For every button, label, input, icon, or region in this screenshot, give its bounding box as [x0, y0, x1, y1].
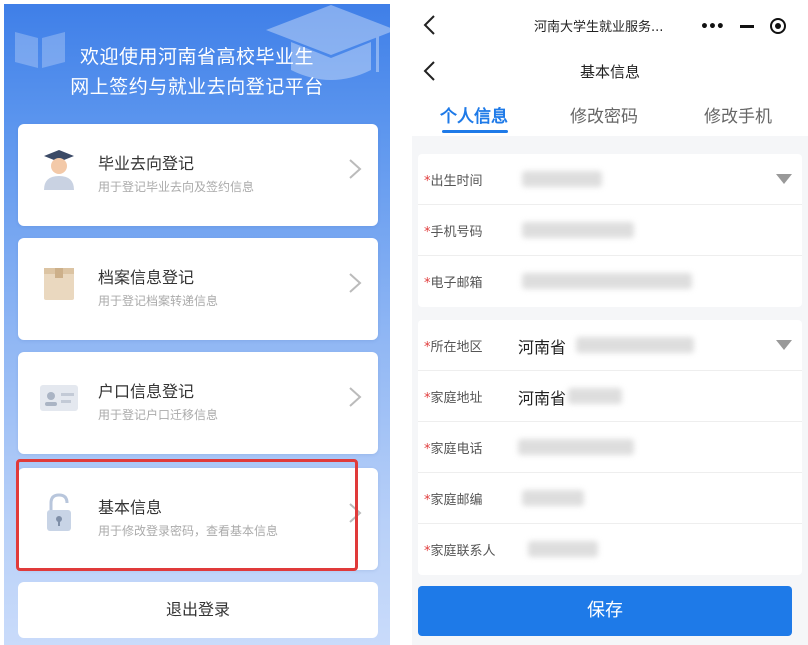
app-title: 河南大学生就业服务...	[534, 20, 664, 35]
card-title: 户口信息登记	[98, 382, 195, 401]
field-label: *手机号码	[424, 225, 483, 240]
redacted-value	[522, 222, 634, 238]
field-value: 河南省	[518, 338, 567, 357]
archive-box-icon	[44, 268, 74, 300]
redacted-value	[528, 541, 598, 557]
field-label: *家庭电话	[424, 442, 483, 457]
tab-change-phone[interactable]: 修改手机	[704, 102, 772, 127]
close-target-icon[interactable]	[770, 18, 786, 34]
card-archive-registration[interactable]: 档案信息登记 用于登记档案转递信息	[18, 238, 378, 340]
redacted-value	[522, 490, 584, 506]
field-region[interactable]: *所在地区 河南省	[418, 320, 802, 371]
chevron-right-icon	[349, 387, 362, 407]
field-postal-code[interactable]: *家庭邮编	[418, 473, 802, 524]
basic-info-screen: 河南大学生就业服务... ••• 基本信息 个人信息 修改密码 修改手机 *出生…	[412, 0, 808, 645]
redacted-value	[576, 337, 694, 353]
card-hukou-registration[interactable]: 户口信息登记 用于登记户口迁移信息	[18, 352, 378, 454]
active-tab-indicator	[442, 130, 508, 133]
card-subtitle: 用于登记毕业去向及签约信息	[98, 180, 255, 194]
capsule-menu: •••	[690, 10, 798, 42]
tab-personal-info[interactable]: 个人信息	[440, 102, 508, 127]
field-home-address[interactable]: *家庭地址 河南省	[418, 371, 802, 422]
field-label: *家庭邮编	[424, 493, 483, 508]
field-phone-number[interactable]: *手机号码	[418, 205, 802, 256]
field-label: *家庭地址	[424, 391, 483, 406]
card-title: 档案信息登记	[98, 268, 195, 287]
field-value: 河南省	[518, 389, 567, 408]
more-icon[interactable]: •••	[700, 19, 725, 35]
redacted-value	[568, 388, 622, 404]
dropdown-triangle-icon[interactable]	[776, 340, 792, 350]
redacted-value	[522, 273, 692, 289]
field-label: *电子邮箱	[424, 276, 483, 291]
tab-bar: 个人信息 修改密码 修改手机	[412, 90, 808, 136]
chevron-right-icon	[349, 159, 362, 179]
back-arrow-icon[interactable]	[422, 14, 436, 36]
page-navbar: 基本信息	[412, 52, 808, 90]
screenshot-stage: 欢迎使用河南省高校毕业生 网上签约与就业去向登记平台 毕业去向登记 用于登记毕业…	[0, 0, 808, 645]
miniprogram-topbar: 河南大学生就业服务... •••	[412, 0, 808, 52]
save-button[interactable]: 保存	[418, 586, 792, 636]
welcome-line-2: 网上签约与就业去向登记平台	[70, 76, 324, 98]
field-home-phone[interactable]: *家庭电话	[418, 422, 802, 473]
home-screen: 欢迎使用河南省高校毕业生 网上签约与就业去向登记平台 毕业去向登记 用于登记毕业…	[4, 4, 390, 645]
field-label: *所在地区	[424, 340, 483, 355]
page-title: 基本信息	[579, 63, 640, 81]
welcome-line-1: 欢迎使用河南省高校毕业生	[79, 46, 314, 68]
field-email[interactable]: *电子邮箱	[418, 256, 802, 307]
form-group-home: *所在地区 河南省 *家庭地址 河南省 *家庭电话 *家庭邮编 *家庭联系人	[418, 320, 802, 575]
card-graduation-destination[interactable]: 毕业去向登记 用于登记毕业去向及签约信息	[18, 124, 378, 226]
logout-button[interactable]: 退出登录	[18, 582, 378, 638]
id-card-icon	[40, 385, 78, 411]
minimize-icon[interactable]	[740, 25, 754, 28]
card-title: 毕业去向登记	[98, 154, 195, 173]
graduate-icon	[44, 150, 74, 190]
card-subtitle: 用于登记户口迁移信息	[98, 408, 219, 422]
field-label: *家庭联系人	[424, 544, 496, 559]
dropdown-triangle-icon[interactable]	[776, 174, 792, 184]
redacted-value	[522, 171, 602, 187]
field-label: *出生时间	[424, 174, 483, 189]
tab-change-password[interactable]: 修改密码	[570, 102, 638, 127]
card-subtitle: 用于登记档案转递信息	[98, 294, 219, 308]
redacted-value	[518, 439, 634, 455]
field-birth-date[interactable]: *出生时间	[418, 154, 802, 205]
welcome-heading: 欢迎使用河南省高校毕业生 网上签约与就业去向登记平台	[4, 42, 390, 102]
form-group-contact: *出生时间 *手机号码 *电子邮箱	[418, 154, 802, 307]
chevron-right-icon	[349, 273, 362, 293]
field-home-contact[interactable]: *家庭联系人	[418, 524, 802, 575]
highlight-box	[16, 459, 358, 571]
